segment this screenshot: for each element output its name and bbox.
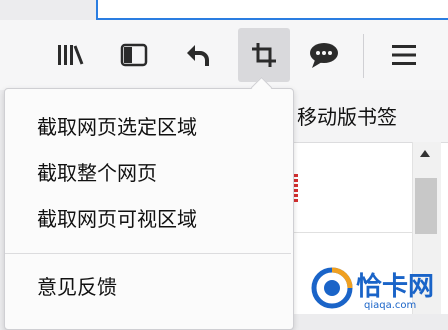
menu-item-feedback[interactable]: 意见反馈 bbox=[5, 263, 291, 307]
toolbar-separator bbox=[363, 34, 364, 78]
menu-button[interactable] bbox=[378, 28, 430, 82]
mobile-bookmarks-label[interactable]: 移动版书签 bbox=[297, 101, 397, 130]
watermark: 恰卡网 qiaqa.com bbox=[308, 262, 448, 314]
watermark-logo-icon bbox=[311, 267, 353, 309]
screenshot-crop-icon bbox=[252, 43, 276, 67]
chat-button[interactable] bbox=[298, 28, 350, 82]
chat-bubble-icon bbox=[310, 43, 338, 68]
page-divider bbox=[292, 232, 412, 233]
menu-item-capture-selection[interactable]: 截取网页选定区域 bbox=[5, 103, 291, 147]
library-button[interactable] bbox=[44, 28, 96, 82]
back-arrow-icon bbox=[187, 45, 209, 66]
library-icon bbox=[58, 45, 84, 65]
window-top-left bbox=[0, 0, 96, 18]
scroll-thumb[interactable] bbox=[415, 178, 437, 234]
sidebar-button[interactable] bbox=[108, 28, 160, 82]
watermark-url: qiaqa.com bbox=[364, 300, 417, 311]
sidebar-icon bbox=[120, 43, 148, 67]
menu-item-capture-full-page[interactable]: 截取整个网页 bbox=[5, 149, 291, 193]
menu-separator bbox=[5, 253, 291, 254]
screenshot-menu-panel: 截取网页选定区域 截取整个网页 截取网页可视区域 意见反馈 bbox=[4, 88, 294, 330]
scroll-up-arrow-icon[interactable] bbox=[420, 150, 430, 157]
hamburger-menu-icon bbox=[392, 45, 416, 65]
top-window bbox=[96, 0, 448, 20]
screenshot-button[interactable] bbox=[238, 28, 290, 82]
browser-toolbar bbox=[0, 20, 448, 90]
back-button[interactable] bbox=[172, 28, 224, 82]
watermark-title: 恰卡网 bbox=[356, 272, 435, 302]
menu-item-capture-visible[interactable]: 截取网页可视区域 bbox=[5, 195, 291, 239]
